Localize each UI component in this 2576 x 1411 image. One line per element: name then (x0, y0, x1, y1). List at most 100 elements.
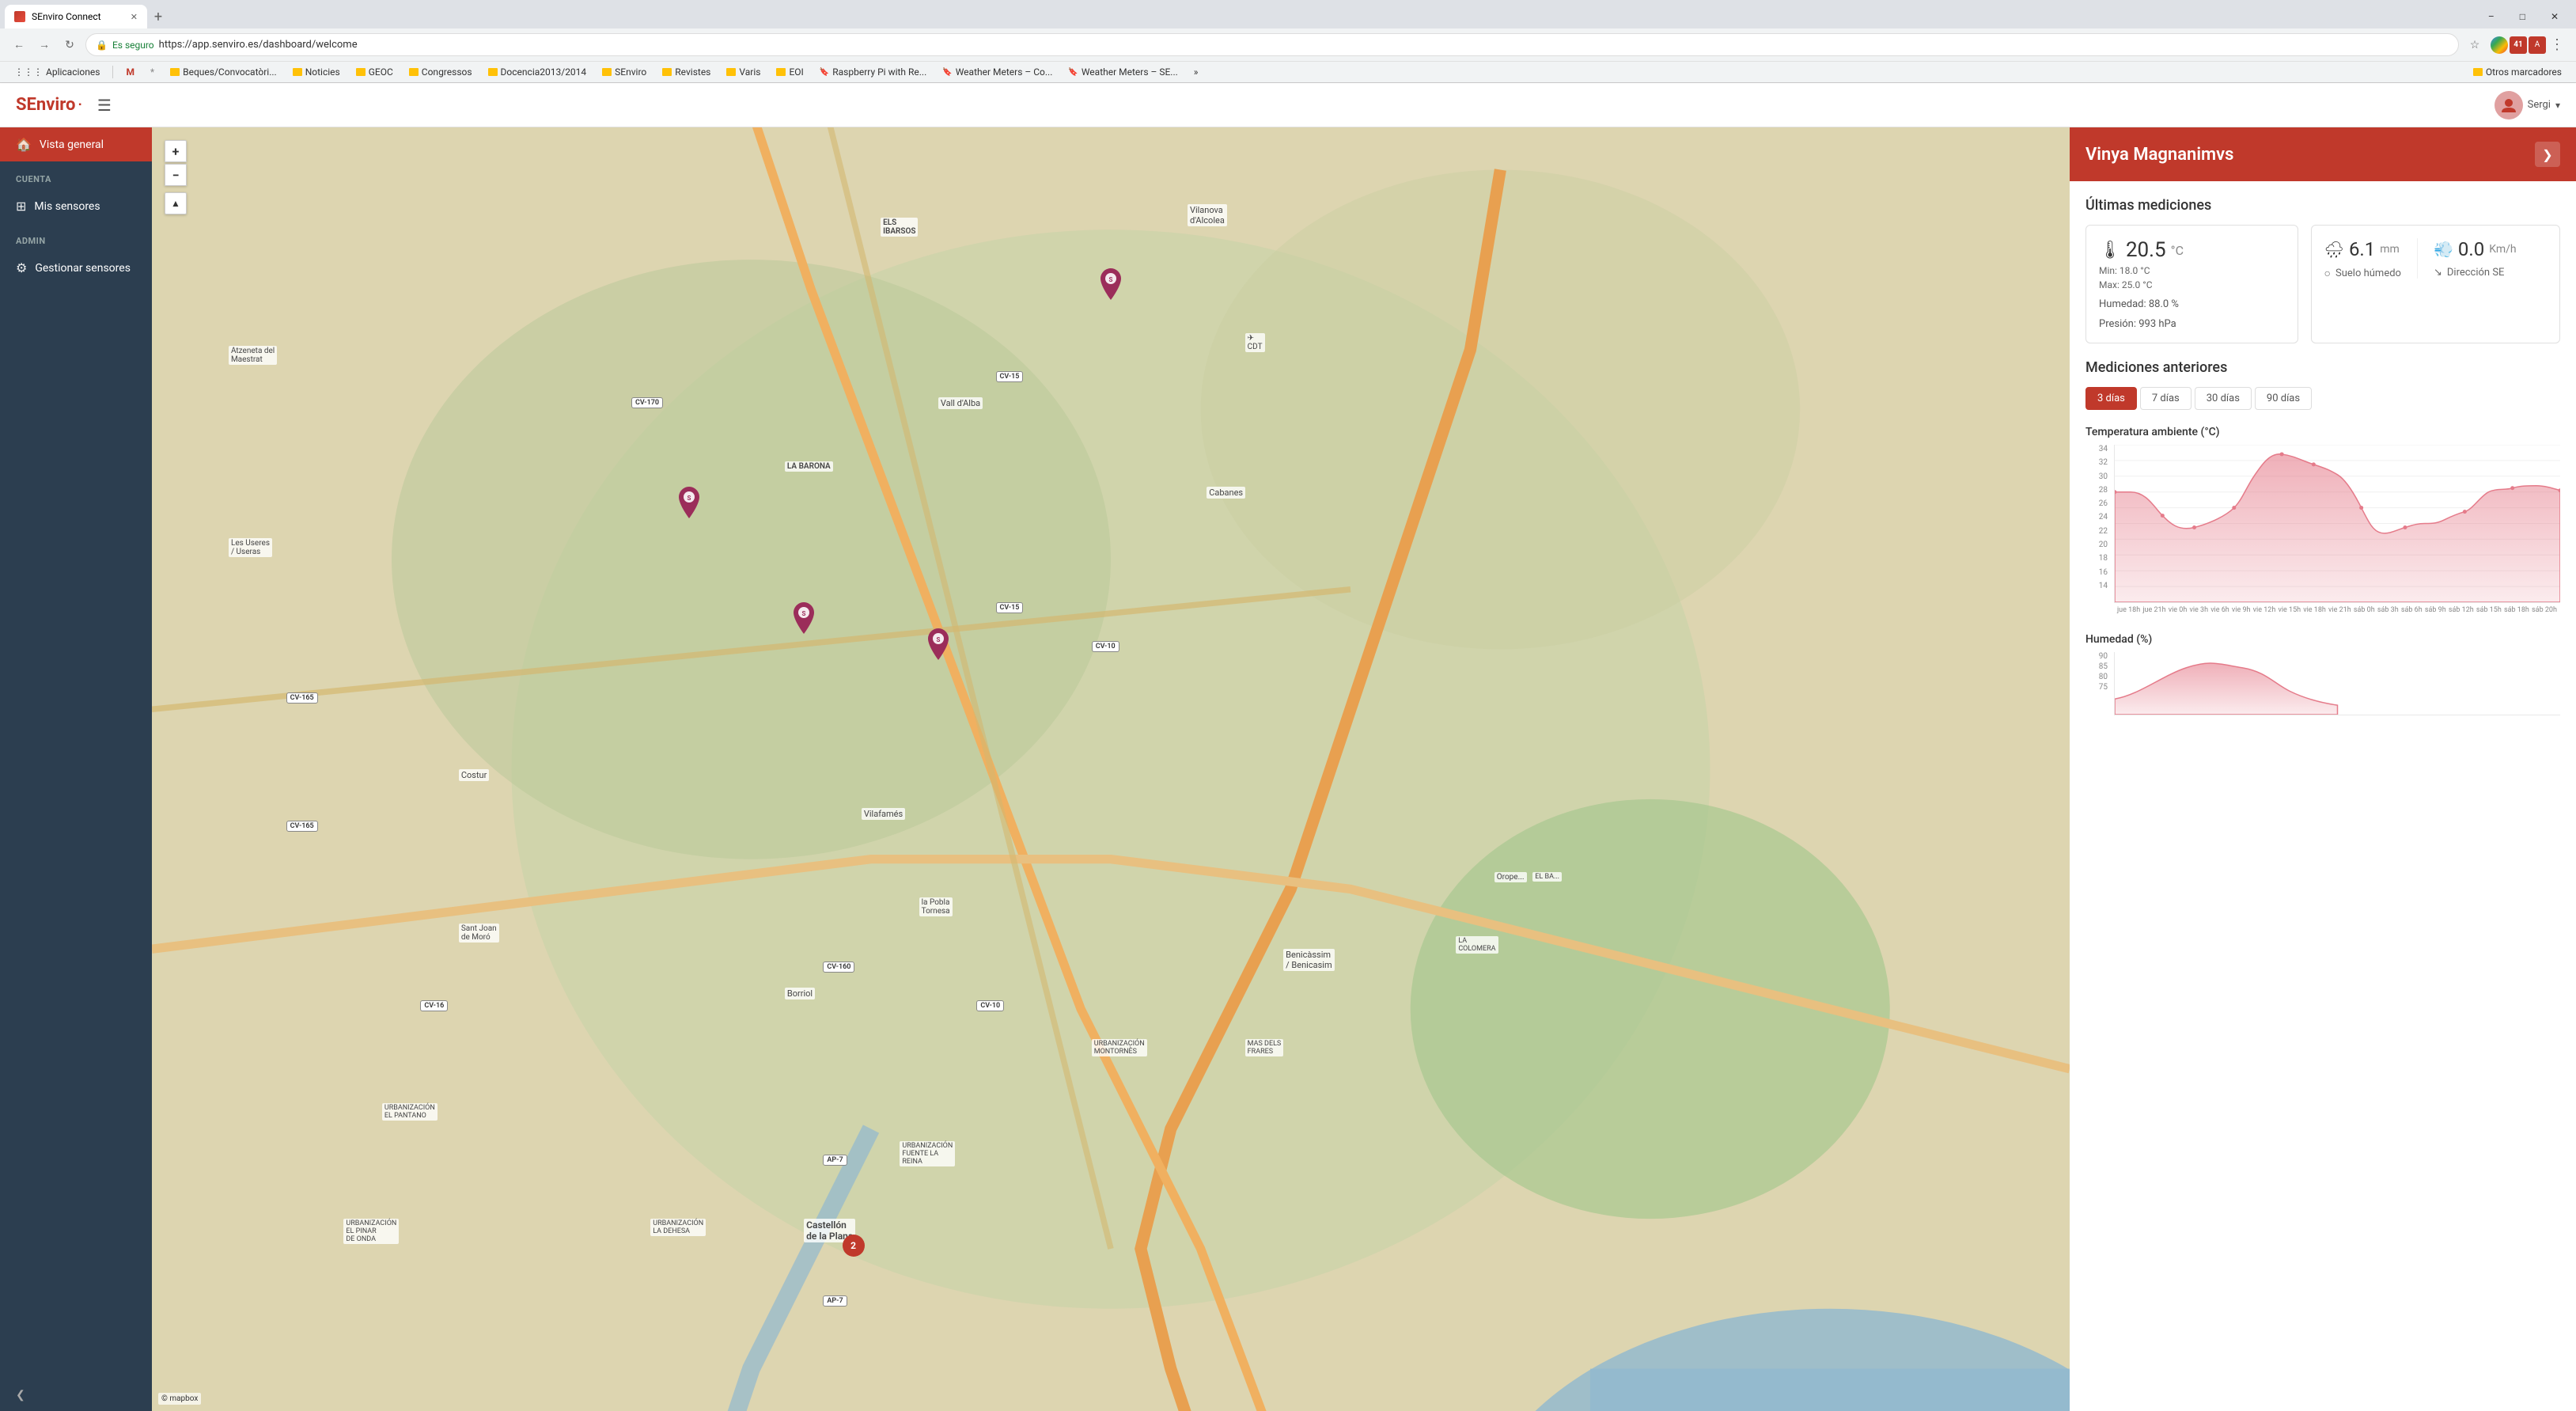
extension-icon-2[interactable]: A (2529, 36, 2546, 54)
tab-favicon (14, 11, 25, 22)
chrome-menu-button[interactable]: ⋮ (2548, 36, 2567, 55)
sidebar-item-mis-sensores[interactable]: ⊞ Mis sensores (0, 189, 152, 223)
panel-title: Vinya Magnanimvs (2085, 145, 2233, 165)
bookmark-raspberry[interactable]: 🔖Raspberry Pi with Re... (815, 65, 931, 79)
map-pin-1[interactable]: S (1098, 268, 1123, 303)
maximize-button[interactable]: □ (2507, 6, 2538, 27)
bookmark-noticies[interactable]: Noticies (288, 65, 345, 79)
bookmark-docencia[interactable]: Docencia2013/2014 (483, 65, 592, 79)
map-container[interactable]: ELSIBARSOS Vilanovad'Alcolea Atzeneta de… (152, 127, 2070, 1411)
user-dropdown-icon[interactable]: ▾ (2555, 100, 2560, 111)
road-sign-cv10-bot: CV-10 (976, 1000, 1004, 1011)
humidity-chart-title: Humedad (%) (2085, 633, 2560, 646)
temperature-chart-title: Temperatura ambiente (°C) (2085, 426, 2560, 438)
bookmark-gmail[interactable]: M (121, 65, 139, 79)
sidebar-item-gestionar-sensores[interactable]: ⚙ Gestionar sensores (0, 251, 152, 285)
tab-close-button[interactable]: ✕ (131, 12, 138, 22)
rain-icon: 🌧 (2324, 240, 2344, 259)
map-pin-4[interactable]: S (926, 628, 951, 663)
temperature-chart-section: Temperatura ambiente (°C) 34 32 30 28 26… (2085, 426, 2560, 614)
thermometer-icon: 🌡 (2099, 241, 2121, 260)
back-button[interactable]: ← (9, 36, 28, 55)
url-bar[interactable]: 🔒 Es seguro https://app.senviro.es/dashb… (85, 33, 2459, 56)
bookmark-apps[interactable]: ⋮⋮⋮ Aplicaciones (9, 65, 104, 79)
user-avatar[interactable] (2495, 91, 2523, 119)
temperature-chart-wrapper: 34 32 30 28 26 24 22 20 18 16 14 (2085, 445, 2560, 614)
rain-unit: mm (2380, 243, 2400, 256)
map-north-button[interactable]: ▲ (165, 192, 187, 214)
minimize-button[interactable]: – (2476, 6, 2507, 27)
bookmark-revistes[interactable]: Revistes (657, 65, 715, 79)
temp-max: Max: 25.0 °C (2099, 279, 2285, 290)
tab-bar: SEnviro Connect ✕ + – □ ✕ (0, 0, 2576, 28)
forward-button[interactable]: → (35, 36, 54, 55)
sidebar-collapse-button[interactable]: ❮ (0, 1379, 152, 1411)
secure-label: Es seguro (112, 40, 154, 51)
period-tabs: 3 días 7 días 30 días 90 días (2085, 387, 2560, 410)
bookmark-weather-co[interactable]: 🔖Weather Meters – Co... (938, 65, 1057, 79)
wind-direction-label: Dirección SE (2447, 267, 2505, 279)
wind-unit: Km/h (2489, 243, 2516, 256)
map-pin-3[interactable]: S (791, 602, 816, 637)
temperature-value: 20.5 (2126, 238, 2166, 262)
bookmarks-bar: ⋮⋮⋮ Aplicaciones M * Beques/Convocatòri.… (0, 61, 2576, 82)
app-body: 🏠 Vista general CUENTA ⊞ Mis sensores AD… (0, 127, 2576, 1411)
sidebar-item-vista-general[interactable]: 🏠 Vista general (0, 127, 152, 161)
zoom-in-button[interactable]: + (165, 140, 187, 162)
bookmark-geoc[interactable]: GEOC (351, 65, 398, 79)
tab-3-dias[interactable]: 3 días (2085, 387, 2137, 410)
wind-icon: 💨 (2434, 240, 2453, 259)
tab-30-dias[interactable]: 30 días (2195, 387, 2252, 410)
rain-soil-label: Suelo húmedo (2335, 267, 2401, 279)
svg-text:S: S (1109, 276, 1113, 283)
extension-icon[interactable]: 41 (2510, 36, 2527, 54)
temp-chart-x-labels: jue 18h jue 21h vie 0h vie 3h vie 6h vie… (2114, 606, 2560, 614)
sidebar-vista-general-label: Vista general (40, 138, 104, 151)
bookmark-weather-se[interactable]: 🔖Weather Meters – SE... (1063, 65, 1182, 79)
map-controls: + − ▲ (165, 140, 187, 214)
road-sign-cv170: CV-170 (631, 397, 663, 408)
temperature-card: 🌡 20.5 °C Min: 18.0 °C Max: 25.0 °C Hume… (2085, 225, 2298, 343)
zoom-out-button[interactable]: − (165, 164, 187, 186)
tab-90-dias[interactable]: 90 días (2255, 387, 2312, 410)
temp-min: Min: 18.0 °C (2099, 265, 2285, 276)
measurements-row: 🌡 20.5 °C Min: 18.0 °C Max: 25.0 °C Hume… (2085, 225, 2560, 343)
bookmark-beques[interactable]: Beques/Convocatòri... (165, 65, 282, 79)
rain-value: 6.1 (2349, 238, 2375, 260)
svg-text:S: S (802, 610, 806, 617)
bookmark-senviro[interactable]: SEnviro (597, 65, 651, 79)
bookmark-otros[interactable]: Otros marcadores (2468, 65, 2567, 79)
road-sign-cv165-bot: CV-165 (286, 821, 318, 832)
sidebar-mis-sensores-label: Mis sensores (34, 200, 100, 213)
svg-text:S: S (687, 495, 691, 502)
road-sign-cv10-top: CV-10 (1092, 641, 1119, 652)
map-cluster[interactable]: 2 (843, 1235, 865, 1257)
sidebar: 🏠 Vista general CUENTA ⊞ Mis sensores AD… (0, 127, 152, 1411)
tab-title: SEnviro Connect (32, 11, 124, 22)
road-sign-cv160: CV-160 (823, 962, 854, 973)
bookmark-eoi[interactable]: EOI (771, 65, 808, 79)
logo-text: SEnviro (16, 95, 75, 115)
tab-7-dias[interactable]: 7 días (2140, 387, 2191, 410)
bookmark-congressos[interactable]: Congressos (404, 65, 477, 79)
menu-toggle-button[interactable]: ☰ (97, 96, 112, 115)
bookmark-more[interactable]: » (1189, 65, 1203, 79)
close-button[interactable]: ✕ (2538, 6, 2571, 27)
url-text: https://app.senviro.es/dashboard/welcome (159, 39, 358, 51)
sensors-icon: ⊞ (16, 199, 26, 214)
user-name: Sergi (2528, 99, 2551, 111)
bookmark-star[interactable]: ☆ (2465, 36, 2484, 55)
svg-text:S: S (936, 636, 940, 643)
humidity-chart-wrapper: 90 85 80 75 (2085, 652, 2560, 715)
panel-next-button[interactable]: ❯ (2535, 142, 2560, 167)
humidity-chart-section: Humedad (%) 90 85 80 75 (2085, 633, 2560, 715)
panel-content: Últimas mediciones 🌡 20.5 °C Min: 18.0 °… (2070, 181, 2576, 1411)
new-tab-button[interactable]: + (147, 6, 169, 28)
direction-icon: ↘ (2434, 267, 2442, 279)
bookmark-varis[interactable]: Varis (722, 65, 765, 79)
bookmark-misc[interactable]: * (146, 65, 159, 79)
active-tab[interactable]: SEnviro Connect ✕ (5, 5, 147, 28)
humidity-chart-y-axis: 90 85 80 75 (2085, 652, 2111, 692)
refresh-button[interactable]: ↻ (60, 36, 79, 55)
map-pin-2[interactable]: S (676, 487, 702, 522)
